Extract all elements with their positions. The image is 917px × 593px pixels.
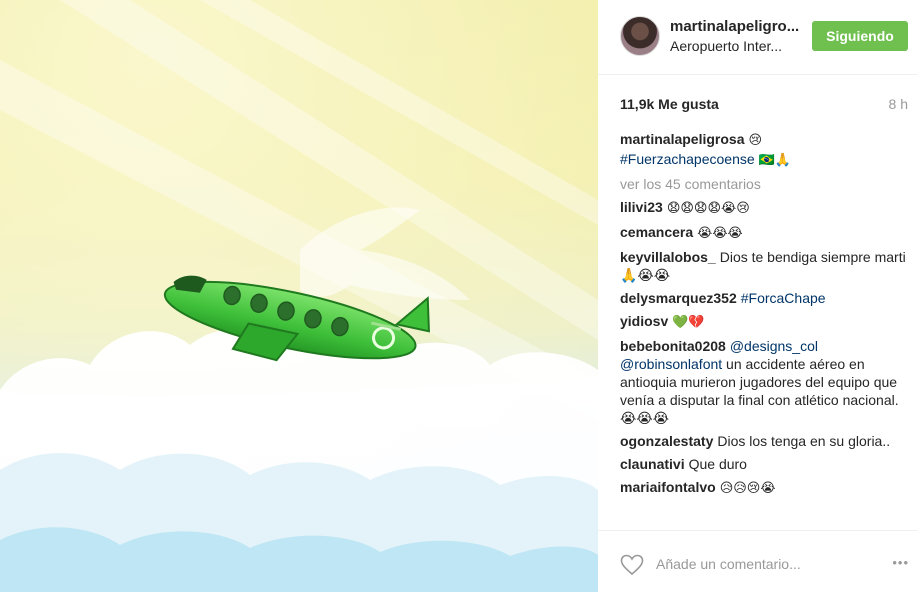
comment-mention[interactable]: @designs_col [730, 338, 818, 354]
caption-username[interactable]: martinalapeligrosa [620, 131, 745, 147]
comment-item: bebebonita0208 @designs_col @robinsonlafon… [620, 337, 910, 427]
comment-username[interactable]: keyvillalobos_ [620, 249, 716, 265]
comment-text: 😥😥😢😭 [719, 481, 776, 496]
avatar[interactable] [620, 16, 660, 56]
comment-text: 😭😭😭 [697, 226, 743, 241]
comment-text: Dios los tenga en su gloria.. [717, 433, 891, 449]
comment-item: mariaifontalvo 😥😥😢😭 [620, 478, 910, 498]
comment-mention[interactable]: @robinsonlafont [620, 356, 722, 372]
comment-footer: ••• [598, 530, 917, 593]
caption-emoji-2: 🇧🇷🙏 [758, 153, 791, 168]
comment-username[interactable]: bebebonita0208 [620, 338, 726, 354]
comment-username[interactable]: yidiosv [620, 313, 668, 329]
post-time[interactable]: 8 h [889, 96, 908, 112]
comment-hashtag[interactable]: #ForcaChape [741, 290, 826, 306]
add-comment-input[interactable] [654, 555, 868, 573]
post-header: martinalapeligro... Aeropuerto Inter... … [598, 0, 917, 75]
airplane-illustration [0, 0, 598, 592]
comment-username[interactable]: claunativi [620, 456, 685, 472]
caption: martinalapeligrosa 😢 #Fuerzachapecoense 🇧… [620, 130, 910, 170]
following-button[interactable]: Siguiendo [812, 21, 908, 51]
comment-item: delysmarquez352 #ForcaChape [620, 289, 910, 307]
comment-username[interactable]: lilivi23 [620, 199, 663, 215]
more-options-icon[interactable]: ••• [892, 555, 909, 570]
comment-item: cemancera 😭😭😭 [620, 223, 910, 243]
comment-username[interactable]: ogonzalestaty [620, 433, 713, 449]
post-side-panel: martinalapeligro... Aeropuerto Inter... … [598, 0, 917, 592]
comment-text: 💚💔 [672, 315, 705, 330]
post-location[interactable]: Aeropuerto Inter... [670, 38, 782, 54]
comment-username[interactable]: mariaifontalvo [620, 479, 716, 495]
comment-item: keyvillalobos_ Dios te bendiga siempre ma… [620, 248, 910, 284]
comment-text: 😧😧😧😧😭😢 [666, 201, 750, 216]
likes-count[interactable]: 11,9k Me gusta [620, 96, 719, 112]
comment-item: lilivi23 😧😧😧😧😭😢 [620, 198, 910, 218]
comment-item: ogonzalestaty Dios los tenga en su gloria… [620, 432, 910, 450]
post-photo[interactable] [0, 0, 598, 592]
clouds [0, 328, 598, 592]
comment-username[interactable]: cemancera [620, 224, 693, 240]
comments-list: martinalapeligrosa 😢 #Fuerzachapecoense 🇧… [620, 130, 910, 530]
view-all-comments-link[interactable]: ver los 45 comentarios [620, 175, 910, 193]
comment-username[interactable]: delysmarquez352 [620, 290, 737, 306]
comment-item: claunativi Que duro [620, 455, 910, 473]
caption-hashtag[interactable]: #Fuerzachapecoense [620, 151, 755, 167]
post-username[interactable]: martinalapeligro... [670, 18, 799, 35]
comment-item: yidiosv 💚💔 [620, 312, 910, 332]
caption-emoji: 😢 [748, 133, 763, 148]
comment-text: Que duro [688, 456, 747, 472]
heart-icon[interactable] [620, 554, 644, 576]
